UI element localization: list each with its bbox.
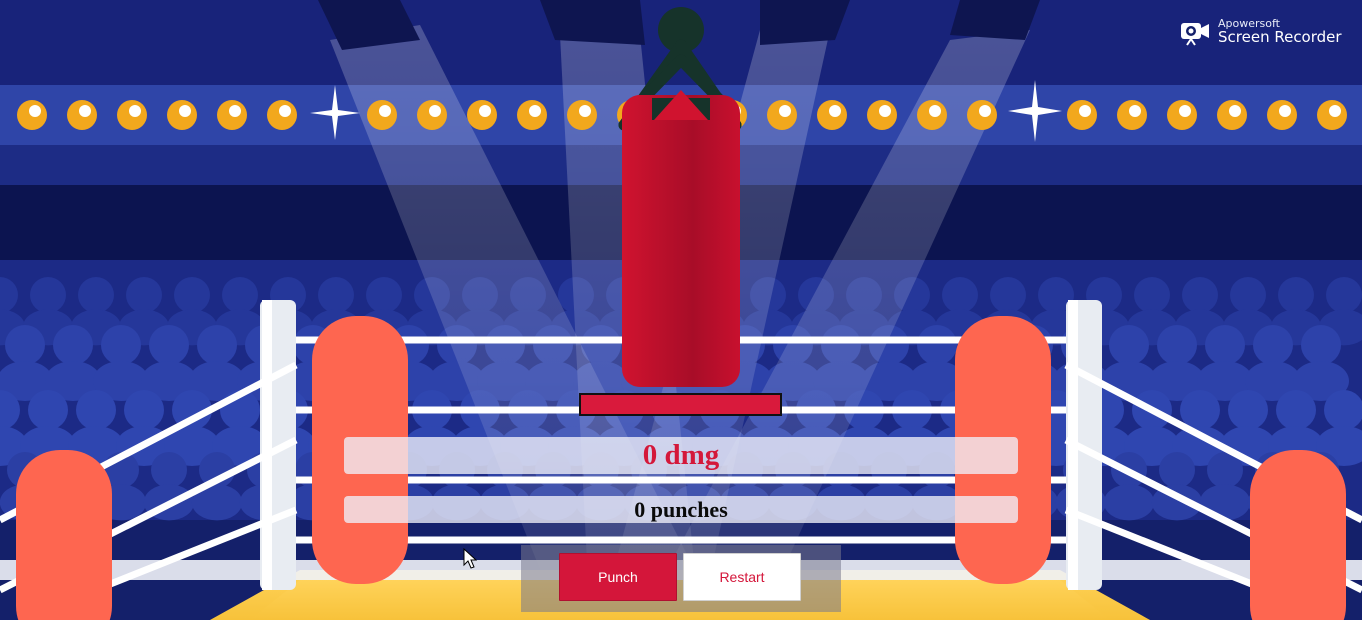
crowd-head [76, 390, 116, 430]
watermark-product: Screen Recorder [1218, 28, 1342, 46]
light-bulb [567, 100, 597, 130]
crowd-head [1228, 390, 1268, 430]
light-bulb [67, 100, 97, 130]
crowd-head [1159, 452, 1195, 488]
crowd-head [101, 325, 141, 365]
punch-counter: 0 punches [634, 497, 728, 522]
crowd-head [1301, 325, 1341, 365]
crowd-head [149, 325, 189, 365]
light-bulb [1167, 100, 1197, 130]
crowd-head [1278, 277, 1314, 313]
light-bulb [1217, 100, 1247, 130]
crowd-head [1253, 325, 1293, 365]
crowd-head [1326, 277, 1362, 313]
punch-button[interactable]: Punch [559, 553, 677, 601]
light-bulb [517, 100, 547, 130]
crowd-head [917, 325, 957, 365]
light-bulb [917, 100, 947, 130]
light-bulb [417, 100, 447, 130]
bag-health-bar [579, 393, 782, 416]
crowd-head [1230, 277, 1266, 313]
light-bulb [1067, 100, 1097, 130]
punching-bag [618, 7, 742, 387]
light-bulb [17, 100, 47, 130]
restart-button[interactable]: Restart [683, 553, 801, 601]
recorder-watermark: Apowersoft Screen Recorder [1180, 18, 1350, 48]
crowd-head [1134, 277, 1170, 313]
light-bulb [967, 100, 997, 130]
light-bulb [867, 100, 897, 130]
light-bulb [1267, 100, 1297, 130]
controls-bar: Punch Restart [521, 545, 841, 612]
crowd-head [78, 277, 114, 313]
crowd-head [990, 277, 1026, 313]
crowd-head [197, 325, 237, 365]
crowd-head [222, 277, 258, 313]
crowd-head [30, 277, 66, 313]
crowd-head [1109, 325, 1149, 365]
light-bulb [217, 100, 247, 130]
punch-count-panel: 0 punches [344, 496, 1018, 523]
crowd-head [151, 452, 187, 488]
crowd-head [1182, 277, 1218, 313]
damage-panel: 0 dmg [344, 437, 1018, 474]
crowd-head [53, 325, 93, 365]
bag-health-fill [581, 395, 780, 414]
light-bulb [367, 100, 397, 130]
crowd-head [1276, 390, 1316, 430]
light-bulb [1317, 100, 1347, 130]
crowd-head [1157, 325, 1197, 365]
crowd-head [124, 390, 164, 430]
crowd-head [366, 277, 402, 313]
light-bulb [1117, 100, 1147, 130]
crowd-head [1205, 325, 1245, 365]
damage-counter: 0 dmg [642, 439, 720, 471]
light-bulb [117, 100, 147, 130]
crowd-head [126, 277, 162, 313]
light-bulb [167, 100, 197, 130]
crowd-head [28, 390, 68, 430]
crowd-head [318, 277, 354, 313]
mouse-cursor-icon [463, 548, 477, 569]
crowd-head [174, 277, 210, 313]
light-bulb [267, 100, 297, 130]
crowd-head [942, 277, 978, 313]
light-bulb [817, 100, 847, 130]
crowd-head [5, 325, 45, 365]
light-bulb [767, 100, 797, 130]
camera-icon [1181, 23, 1209, 46]
crowd-body [1103, 484, 1155, 521]
boxing-arena-scene: 0 dmg 0 punches Punch Restart Apowersoft… [0, 0, 1362, 620]
light-bulb [467, 100, 497, 130]
